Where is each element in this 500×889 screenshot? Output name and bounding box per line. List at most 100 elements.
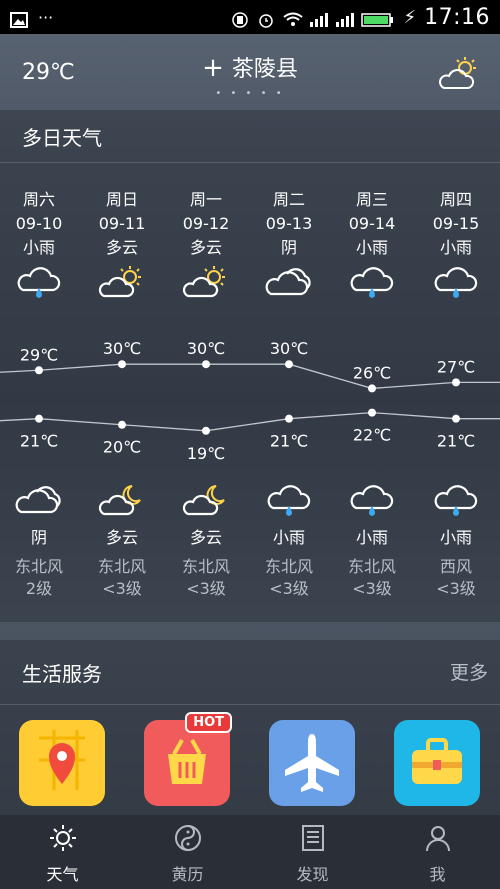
more-link[interactable]: 更多 xyxy=(450,658,488,685)
rain-icon xyxy=(15,264,63,302)
wind-direction: 东北风 xyxy=(97,557,146,576)
day-condition: 小雨 xyxy=(22,238,55,257)
high-temperature-label: 30℃ xyxy=(270,339,308,358)
weekday: 周四 xyxy=(439,190,472,209)
low-temperature-point xyxy=(285,414,293,423)
partly-sunny-icon[interactable] xyxy=(436,56,480,92)
partly-sunny-icon xyxy=(98,264,146,302)
weekday: 周三 xyxy=(355,190,388,209)
night-column: 小雨 东北风 <3级 xyxy=(330,478,414,600)
shopping-app-tile[interactable]: HOT xyxy=(144,712,232,806)
high-temperature-point xyxy=(368,384,376,393)
night-column: 小雨 东北风 <3级 xyxy=(247,478,331,600)
wind-level: <3级 xyxy=(436,579,476,598)
wind-direction: 东北风 xyxy=(181,557,230,576)
page-indicator: • • • • • xyxy=(215,88,285,99)
high-temperature-point xyxy=(285,360,293,369)
yin-yang-icon xyxy=(174,825,201,851)
nav-weather-label: 天气 xyxy=(46,865,79,884)
rain-icon xyxy=(432,482,480,520)
low-temperature-point xyxy=(368,408,376,417)
wind-level: <3级 xyxy=(102,579,142,598)
partly-sunny-icon xyxy=(182,264,230,302)
date: 09-13 xyxy=(265,214,313,233)
flight-app-tile[interactable] xyxy=(269,720,355,806)
cloudy-icon xyxy=(265,264,313,302)
nav-me[interactable]: 我 xyxy=(375,815,500,889)
partly-cloudy-night-icon xyxy=(182,482,230,520)
person-icon xyxy=(425,826,450,852)
map-app-tile[interactable] xyxy=(19,720,105,806)
low-temperature-label: 22℃ xyxy=(353,426,391,445)
high-temperature-label: 30℃ xyxy=(103,339,141,358)
high-temperature-line xyxy=(0,363,500,390)
map-pin-icon xyxy=(39,730,85,790)
battery-icon xyxy=(361,9,395,27)
briefcase-icon xyxy=(412,738,462,784)
high-temperature-point xyxy=(202,360,210,369)
date: 09-12 xyxy=(182,214,230,233)
night-condition: 多云 xyxy=(189,528,222,547)
day-column: 周二 09-13 阴 xyxy=(247,188,331,302)
low-temperature-line xyxy=(0,411,500,432)
bottom-navigation: 天气 黄历 发现 我 xyxy=(0,815,500,889)
night-condition: 阴 xyxy=(30,528,47,547)
day-column: 周一 09-12 多云 xyxy=(164,188,248,302)
rain-icon xyxy=(348,264,396,302)
low-temperature-label: 21℃ xyxy=(20,432,58,451)
low-temperature-label: 20℃ xyxy=(103,438,141,457)
nav-almanac[interactable]: 黄历 xyxy=(125,815,250,889)
charging-icon: ⚡ xyxy=(403,6,417,28)
weekday: 周二 xyxy=(272,190,305,209)
day-condition: 多云 xyxy=(105,238,138,257)
day-condition: 阴 xyxy=(280,238,297,257)
weekday: 周六 xyxy=(22,190,55,209)
status-bar: ··· ⚡ 17:16 xyxy=(0,0,500,34)
high-temperature-label: 27℃ xyxy=(437,357,475,376)
rain-icon xyxy=(348,482,396,520)
city-name: 茶陵县 xyxy=(231,57,298,82)
add-city-icon[interactable]: + xyxy=(202,53,224,83)
temperature-trend-chart: 29℃ 30℃ 30℃ 30℃ 26℃ 27℃ 21℃ 20℃ 19℃ 21℃ 22℃ 21℃ xyxy=(0,339,500,460)
wifi-icon xyxy=(283,9,304,26)
wind-direction: 东北风 xyxy=(347,557,396,576)
nav-me-label: 我 xyxy=(429,865,446,884)
life-services-card: 生活服务 更多 HOT xyxy=(0,640,500,815)
wind-level: 2级 xyxy=(25,579,53,598)
day-condition: 多云 xyxy=(189,238,222,257)
vibrate-icon xyxy=(231,9,249,28)
more-notifications-icon: ··· xyxy=(38,7,54,27)
nav-discover[interactable]: 发现 xyxy=(250,815,375,889)
header: 29℃ + 茶陵县 • • • • • xyxy=(0,34,500,110)
low-temperature-label: 19℃ xyxy=(187,444,225,460)
night-condition: 小雨 xyxy=(439,528,472,547)
travel-app-tile[interactable] xyxy=(394,720,480,806)
hot-badge: HOT xyxy=(185,712,232,733)
date: 09-10 xyxy=(15,214,63,233)
low-temperature-label: 21℃ xyxy=(270,432,308,451)
divider xyxy=(0,704,500,705)
wind-level: <3级 xyxy=(186,579,226,598)
multi-day-title: 多日天气 xyxy=(22,126,102,150)
nav-weather[interactable]: 天气 xyxy=(0,815,125,889)
low-temperature-point xyxy=(452,414,460,423)
rain-icon xyxy=(265,482,313,520)
life-services-title: 生活服务 xyxy=(22,662,102,686)
city-selector[interactable]: + 茶陵县 xyxy=(0,51,500,83)
date: 09-15 xyxy=(432,214,480,233)
day-condition: 小雨 xyxy=(439,238,472,257)
divider xyxy=(0,162,500,163)
night-column: 多云东北风 <3级 xyxy=(164,478,248,600)
night-column: 阴东北风 2级 xyxy=(0,478,81,600)
alarm-icon xyxy=(257,9,275,28)
high-temperature-label: 30℃ xyxy=(187,339,225,358)
day-column: 周三 09-14 小雨 xyxy=(330,188,414,302)
sun-icon xyxy=(49,825,76,851)
day-column: 周四 09-15 小雨 xyxy=(414,188,498,302)
wind-direction: 东北风 xyxy=(264,557,313,576)
low-temperature-point xyxy=(35,414,43,423)
image-notification-icon xyxy=(10,9,28,28)
status-time: 17:16 xyxy=(424,4,490,30)
night-condition: 小雨 xyxy=(272,528,305,547)
multi-day-forecast-card: 多日天气 周六 09-10 小雨阴东北风 2级 周日 09-11 多云 多云 东北风 <3级 周一 0… xyxy=(0,110,500,622)
